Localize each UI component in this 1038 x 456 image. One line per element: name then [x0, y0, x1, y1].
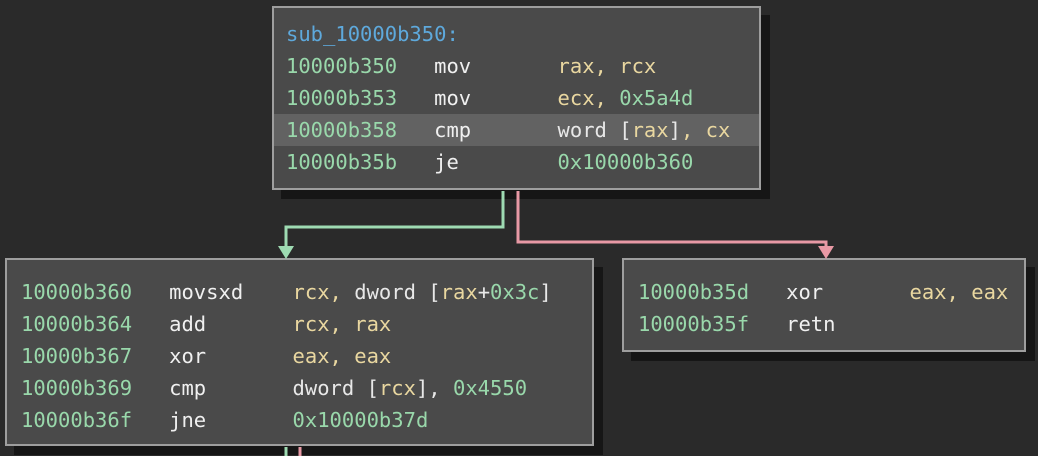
- operand-reg: rcx, rax: [293, 312, 392, 336]
- true-branch-edge: [286, 191, 503, 247]
- function-label: sub_10000b350:: [274, 18, 759, 50]
- basic-block-10000b360[interactable]: 10000b360 movsxd rcx, dword [rax+0x3c]10…: [5, 258, 594, 446]
- instruction-mnemonic: mov: [434, 86, 557, 110]
- operand-punct: dword [: [293, 376, 379, 400]
- operand-num: 0x10000b37d: [293, 408, 429, 432]
- instruction-address: 10000b364: [21, 312, 169, 336]
- instruction-address: 10000b353: [286, 86, 434, 110]
- instruction-address: 10000b369: [21, 376, 169, 400]
- operand-reg: rax: [632, 118, 669, 142]
- instruction-address: 10000b35b: [286, 150, 434, 174]
- instruction-mnemonic: add: [169, 312, 292, 336]
- instruction-mnemonic: retn: [786, 312, 909, 336]
- instruction-mnemonic: cmp: [169, 376, 292, 400]
- operand-reg: ecx,: [558, 86, 620, 110]
- function-name: sub_10000b350:: [286, 22, 459, 46]
- operand-punct: ],: [416, 376, 453, 400]
- instruction-mnemonic: movsxd: [169, 280, 292, 304]
- operand-reg: rcx: [379, 376, 416, 400]
- basic-block-10000b35d[interactable]: 10000b35d xor eax, eax10000b35f retn: [622, 258, 1026, 352]
- instruction-line-10000b353[interactable]: 10000b353 mov ecx, 0x5a4d: [274, 82, 759, 114]
- instruction-mnemonic: cmp: [434, 118, 557, 142]
- operand-punct: ]: [539, 280, 551, 304]
- operand-reg: , cx: [681, 118, 730, 142]
- operand-num: 0x5a4d: [619, 86, 693, 110]
- instruction-mnemonic: mov: [434, 54, 557, 78]
- instruction-mnemonic: xor: [169, 344, 292, 368]
- instruction-address: 10000b36f: [21, 408, 169, 432]
- operand-punct: dword [: [354, 280, 440, 304]
- instruction-address: 10000b367: [21, 344, 169, 368]
- instruction-address: 10000b360: [21, 280, 169, 304]
- operand-punct: ]: [669, 118, 681, 142]
- graph-canvas[interactable]: sub_10000b350:10000b350 mov rax, rcx1000…: [0, 0, 1038, 456]
- instruction-line-10000b35d[interactable]: 10000b35d xor eax, eax: [624, 276, 1024, 308]
- operand-reg: rcx,: [293, 280, 355, 304]
- operand-num: 0x4550: [453, 376, 527, 400]
- operand-num: 0x10000b360: [558, 150, 694, 174]
- instruction-line-10000b35b[interactable]: 10000b35b je 0x10000b360: [274, 146, 759, 178]
- instruction-line-10000b369[interactable]: 10000b369 cmp dword [rcx], 0x4550: [7, 372, 592, 404]
- operand-num: 0x3c: [490, 280, 539, 304]
- instruction-line-10000b367[interactable]: 10000b367 xor eax, eax: [7, 340, 592, 372]
- instruction-line-10000b36f[interactable]: 10000b36f jne 0x10000b37d: [7, 404, 592, 436]
- instruction-line-10000b364[interactable]: 10000b364 add rcx, rax: [7, 308, 592, 340]
- instruction-address: 10000b358: [286, 118, 434, 142]
- instruction-address: 10000b35d: [638, 280, 786, 304]
- instruction-line-10000b360[interactable]: 10000b360 movsxd rcx, dword [rax+0x3c]: [7, 276, 592, 308]
- basic-block-10000b350[interactable]: sub_10000b350:10000b350 mov rax, rcx1000…: [272, 6, 761, 190]
- operand-reg: rax: [441, 280, 478, 304]
- instruction-mnemonic: jne: [169, 408, 292, 432]
- operand-punct: word [: [558, 118, 632, 142]
- instruction-mnemonic: xor: [786, 280, 909, 304]
- instruction-line-10000b35f[interactable]: 10000b35f retn: [624, 308, 1024, 340]
- instruction-line-10000b350[interactable]: 10000b350 mov rax, rcx: [274, 50, 759, 82]
- false-branch-edge: [518, 191, 826, 247]
- operand-punct: +: [478, 280, 490, 304]
- instruction-address: 10000b350: [286, 54, 434, 78]
- instruction-address: 10000b35f: [638, 312, 786, 336]
- instruction-mnemonic: je: [434, 150, 557, 174]
- instruction-line-selected-10000b358[interactable]: 10000b358 cmp word [rax], cx: [274, 114, 759, 146]
- operand-reg: eax, eax: [293, 344, 392, 368]
- operand-reg: rax, rcx: [558, 54, 657, 78]
- operand-reg: eax, eax: [910, 280, 1009, 304]
